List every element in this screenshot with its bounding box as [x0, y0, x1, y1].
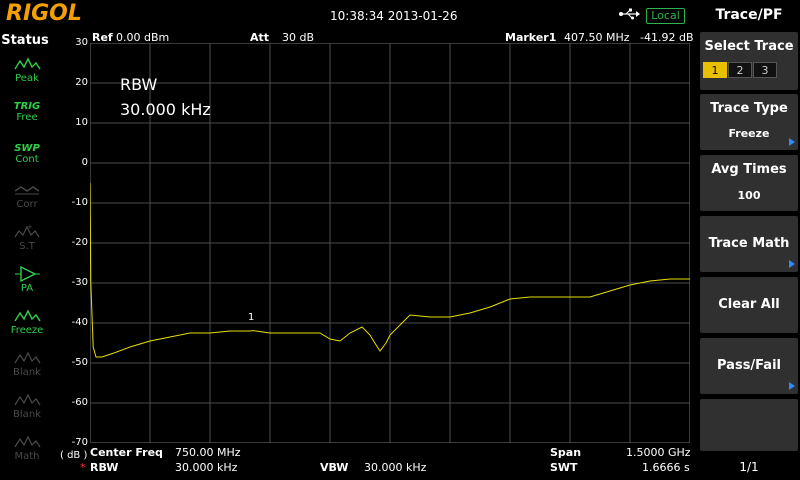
trace-option-1[interactable]: 1	[703, 62, 727, 78]
usb-icon	[618, 8, 640, 23]
status-pa: PA	[5, 265, 49, 305]
center-freq-label: Center Freq	[90, 446, 163, 459]
y-tick-label: -30	[71, 277, 88, 288]
datetime-display: 10:38:34 2013-01-26	[330, 9, 458, 23]
corr-icon	[5, 181, 49, 199]
vbw-label: VBW	[320, 461, 349, 474]
status-title: Status	[1, 33, 49, 48]
pass-fail-label: Pass/Fail	[717, 358, 781, 373]
y-tick-label: -40	[71, 317, 88, 328]
status-free: TRIG Free	[5, 97, 49, 137]
select-trace-button[interactable]: Select Trace 123	[700, 32, 798, 90]
status-blank: Blank	[5, 349, 49, 389]
pa-icon	[5, 265, 49, 283]
status-label: Free	[16, 112, 38, 123]
status-label: Freeze	[10, 325, 44, 336]
trace-option-3[interactable]: 3	[753, 62, 777, 78]
status-label: Blank	[13, 409, 41, 420]
swt-label: SWT	[550, 461, 578, 474]
span-label: Span	[550, 446, 582, 459]
status-label: Cont	[15, 154, 39, 165]
status-mode-label: SWP	[14, 143, 40, 154]
status-st: + S.T	[5, 223, 49, 263]
vbw-value: 30.000 kHz	[364, 461, 427, 474]
y-tick-label: -10	[71, 197, 88, 208]
rbw-label: RBW	[90, 461, 119, 474]
marker-1-label: 1	[248, 312, 255, 323]
local-badge: Local	[646, 8, 685, 24]
y-tick-label: 0	[81, 157, 88, 168]
y-tick-label: -50	[71, 357, 88, 368]
math-icon	[5, 433, 49, 451]
rbw-value: 30.000 kHz	[175, 461, 238, 474]
st-icon: +	[5, 223, 49, 241]
y-tick-label: 20	[75, 77, 88, 88]
page-indicator: 1/1	[739, 460, 759, 474]
status-label: Blank	[13, 367, 41, 378]
menu-title: Trace/PF	[715, 7, 783, 23]
y-tick-label: 30	[75, 37, 88, 48]
select-trace-label: Select Trace	[704, 39, 794, 54]
svg-text:+: +	[27, 223, 33, 231]
status-mode-label: TRIG	[13, 101, 41, 112]
rbw-manual-mark: *	[80, 461, 86, 474]
trace-option-2[interactable]: 2	[728, 62, 752, 78]
avg-times-button[interactable]: Avg Times 100	[700, 155, 798, 211]
freeze-icon	[5, 307, 49, 325]
status-label: PA	[20, 283, 34, 294]
status-blank: Blank	[5, 391, 49, 431]
blank-icon	[5, 391, 49, 409]
status-label: Corr	[16, 199, 38, 210]
status-label: S.T	[19, 241, 35, 252]
trace-type-button[interactable]: Trace Type Freeze	[700, 94, 798, 150]
y-axis-unit: ( dB )	[60, 450, 88, 461]
trace-math-label: Trace Math	[708, 236, 790, 251]
submenu-arrow-icon	[789, 382, 795, 390]
clear-all-button[interactable]: Clear All	[700, 277, 798, 333]
pass-fail-button[interactable]: Pass/Fail	[700, 338, 798, 394]
y-tick-label: 10	[75, 117, 88, 128]
status-cont: SWP Cont	[5, 139, 49, 179]
clear-all-label: Clear All	[718, 297, 780, 312]
avg-times-label: Avg Times	[711, 162, 787, 177]
status-corr: Corr	[5, 181, 49, 221]
submenu-arrow-icon	[789, 260, 795, 268]
rbw-annotation-label: RBW	[120, 75, 158, 94]
status-label: Math	[14, 451, 40, 462]
status-label: Peak	[15, 73, 39, 84]
trace-math-button[interactable]: Trace Math	[700, 216, 798, 272]
trace-type-value: Freeze	[728, 127, 770, 140]
status-freeze: Freeze	[5, 307, 49, 347]
span-value: 1.5000 GHz	[626, 446, 691, 459]
status-math: Math	[5, 433, 49, 473]
peak-icon	[5, 55, 49, 73]
y-tick-label: -70	[71, 437, 88, 448]
y-tick-label: -60	[71, 397, 88, 408]
y-tick-label: -20	[71, 237, 88, 248]
avg-times-value: 100	[737, 189, 761, 202]
brand-logo: RIGOL	[6, 1, 82, 26]
center-freq-value: 750.00 MHz	[175, 446, 241, 459]
trace-type-label: Trace Type	[710, 101, 788, 116]
blank-icon	[5, 349, 49, 367]
swt-value: 1.6666 s	[642, 461, 690, 474]
empty-softkey[interactable]	[700, 399, 798, 451]
submenu-arrow-icon	[789, 138, 795, 146]
rbw-annotation-value: 30.000 kHz	[120, 100, 211, 119]
status-peak: Peak	[5, 55, 49, 95]
